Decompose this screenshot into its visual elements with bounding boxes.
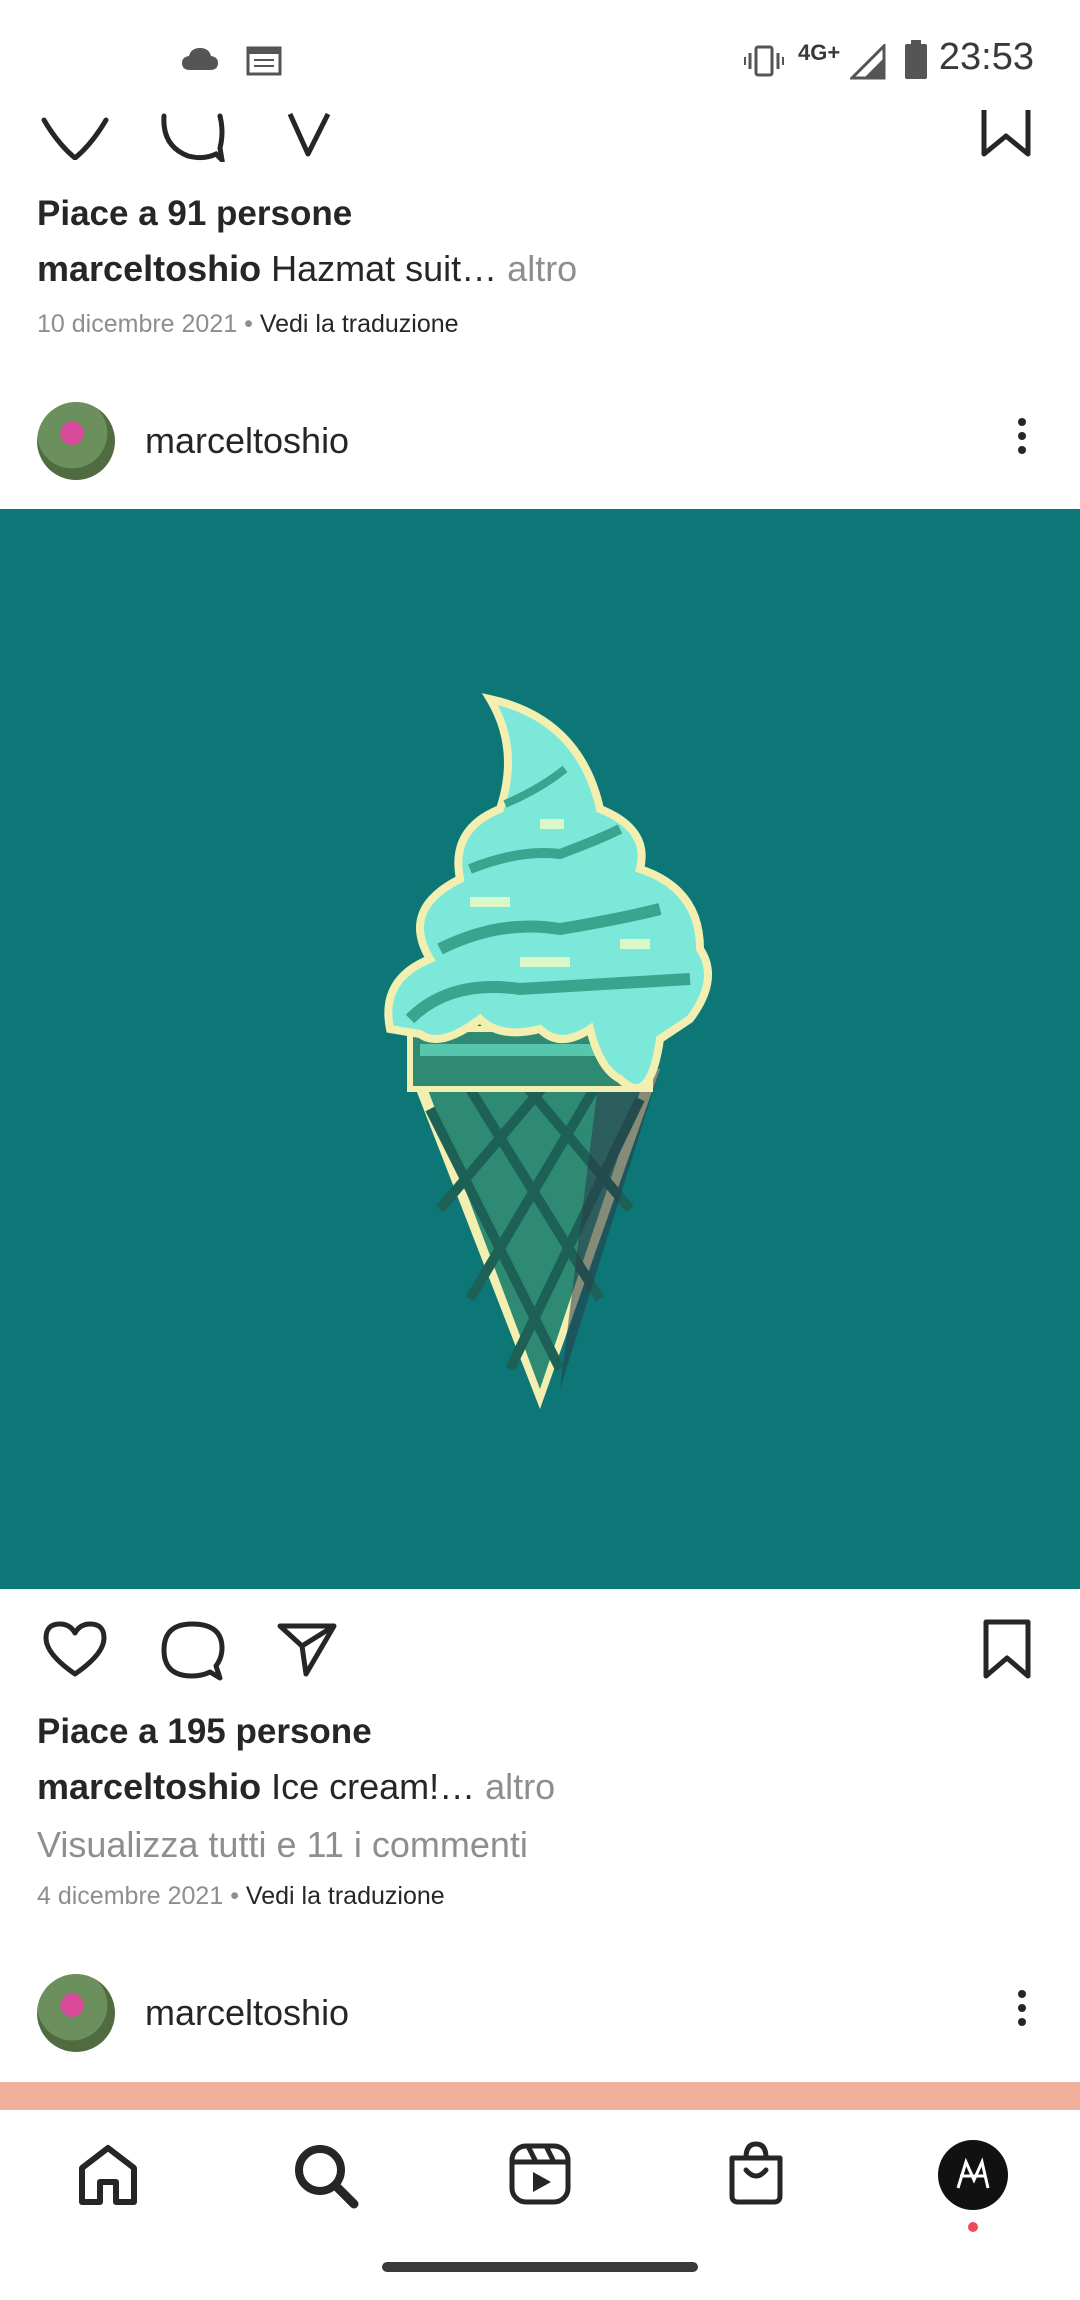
avatar[interactable] (37, 402, 115, 480)
bookmark-icon[interactable] (978, 110, 1034, 158)
next-post-image[interactable] (0, 2082, 1080, 2110)
caption-username[interactable]: marceltoshio (37, 248, 261, 289)
share-icon[interactable] (276, 1620, 338, 1678)
caption-text: Hazmat suit… (271, 248, 498, 289)
signal-icon (850, 44, 886, 80)
separator-dot: • (244, 310, 253, 338)
profile-logo-icon (956, 2157, 990, 2189)
post-caption: marceltoshio Ice cream!… altro (37, 1766, 555, 1808)
clock: 23:53 (938, 36, 1034, 78)
post-username[interactable]: marceltoshio (145, 420, 349, 462)
shop-icon[interactable] (726, 2140, 786, 2206)
more-options-icon[interactable] (1010, 1984, 1034, 2044)
avatar[interactable] (37, 1974, 115, 2052)
post-date-row: 10 dicembre 2021 • Vedi la traduzione (37, 310, 459, 339)
status-bar: 4G+ 23:53 (0, 0, 1080, 110)
reels-icon[interactable] (508, 2142, 572, 2206)
translate-link[interactable]: Vedi la traduzione (246, 1882, 445, 1910)
likes-count[interactable]: Piace a 195 persone (37, 1712, 372, 1752)
share-icon[interactable] (284, 110, 334, 158)
post-date: 4 dicembre 2021 (37, 1882, 224, 1910)
more-options-icon[interactable] (1010, 412, 1034, 472)
likes-count[interactable]: Piace a 91 persone (37, 194, 352, 234)
home-icon[interactable] (76, 2144, 140, 2208)
like-icon[interactable] (42, 1620, 108, 1678)
separator-dot: • (230, 1882, 239, 1910)
bookmark-icon[interactable] (980, 1618, 1034, 1680)
calendar-icon (246, 46, 282, 76)
cloud-icon (182, 48, 218, 70)
comment-icon[interactable] (158, 110, 226, 162)
post-date-row: 4 dicembre 2021 • Vedi la traduzione (37, 1882, 445, 1911)
network-type: 4G+ (798, 40, 841, 65)
battery-icon (905, 40, 927, 79)
post-date: 10 dicembre 2021 (37, 310, 238, 338)
post-image[interactable] (0, 509, 1080, 1589)
profile-avatar[interactable] (938, 2140, 1008, 2210)
search-icon[interactable] (292, 2142, 360, 2210)
caption-text: Ice cream!… (271, 1766, 476, 1807)
caption-username[interactable]: marceltoshio (37, 1766, 261, 1807)
vibrate-icon (744, 45, 784, 77)
gesture-bar[interactable] (382, 2262, 698, 2272)
caption-more-link[interactable]: altro (485, 1766, 555, 1807)
ice-cream-illustration (384, 693, 712, 1409)
translate-link[interactable]: Vedi la traduzione (260, 310, 459, 338)
comment-icon[interactable] (158, 1618, 226, 1682)
like-icon[interactable] (40, 110, 110, 160)
caption-more-link[interactable]: altro (507, 248, 577, 289)
view-comments-link[interactable]: Visualizza tutti e 11 i commenti (37, 1824, 528, 1866)
notification-dot (968, 2222, 978, 2232)
post-caption: marceltoshio Hazmat suit… altro (37, 248, 577, 290)
post-username[interactable]: marceltoshio (145, 1992, 349, 2034)
